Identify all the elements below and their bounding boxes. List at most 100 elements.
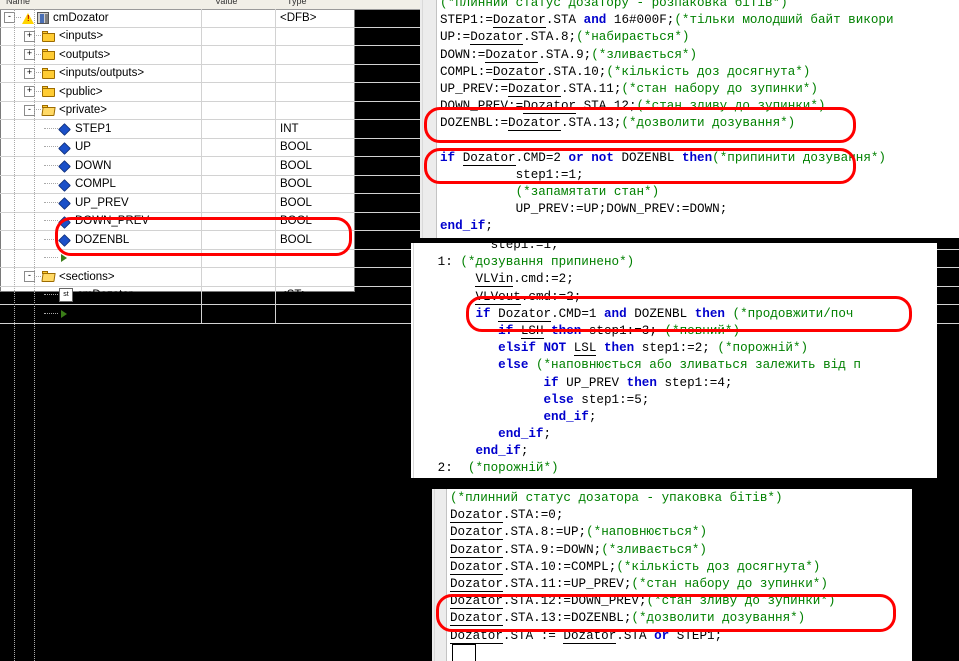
tree-row-value-cell[interactable]: [202, 194, 276, 212]
code-line: UP_PREV:=Dozator.STA.11;(*стан набору до…: [440, 81, 818, 97]
variable-editor-tree-panel[interactable]: Name Value Type -cmDozator <DFB> +<inputs>…: [0, 0, 959, 661]
tree-row-name-cell[interactable]: UP: [0, 138, 202, 156]
code-gutter-top: [420, 0, 437, 238]
tree-row-name-cell[interactable]: STEP1: [0, 120, 202, 138]
tree-guide-line: [36, 35, 41, 37]
folder-open-icon: [41, 104, 56, 116]
tree-row-type-label: INT: [280, 122, 299, 135]
folder-icon: [42, 49, 55, 61]
tree-guide-line: [44, 127, 58, 130]
tree-row-label: DOZENBL: [75, 233, 130, 246]
tree-row-type-label: BOOL: [280, 196, 312, 209]
tree-row-value-cell[interactable]: [202, 212, 276, 230]
code-line: elsif NOT LSL then step1:=2; (*порожній*…: [498, 341, 809, 357]
tree-row-name-cell[interactable]: DOZENBL: [0, 231, 202, 249]
code-line: Dozator.STA.12:=DOWN_PREV;(*стан зливу д…: [450, 594, 836, 610]
tree-guide-line: [44, 201, 58, 204]
code-line: (*плинний статус дозатора - упаковка біт…: [450, 491, 783, 505]
variable-diamond-icon: [59, 197, 70, 208]
tree-row-label: DOWN: [75, 159, 112, 172]
status-pack-code-panel[interactable]: (*плинний статус дозатора - упаковка біт…: [432, 489, 912, 661]
tree-guide-line: [36, 109, 41, 111]
new-row-arrow-icon: [61, 309, 67, 318]
code-line: (*запамятати стан*): [515, 185, 660, 200]
tree-guide-line: [44, 164, 58, 167]
tree-row-name-cell[interactable]: st cmDozator: [0, 286, 202, 304]
tree-row-name-cell[interactable]: COMPL: [0, 175, 202, 193]
code-line: if UP_PREV then step1:=4;: [543, 375, 733, 390]
code-line: COMPL:=Dozator.STA.10;(*кількість доз до…: [440, 64, 811, 80]
tree-row-name-cell[interactable]: [0, 249, 202, 267]
tree-row-name-cell[interactable]: DOWN_PREV: [0, 212, 202, 230]
status-unpack-code-panel[interactable]: (*плинний статус дозатору - розпаковка б…: [420, 0, 959, 238]
code-line: else step1:=5;: [543, 392, 650, 407]
tree-row-value-cell[interactable]: [202, 83, 276, 101]
folder-icon: [42, 67, 55, 79]
tree-row-label: COMPL: [75, 178, 116, 191]
tree-row-name-cell[interactable]: [0, 305, 202, 323]
tree-row-value-cell[interactable]: [202, 157, 276, 175]
tree-row-label: cmDozator: [77, 289, 133, 302]
code-line: Dozator.STA.10:=COMPL;(*кількість доз до…: [450, 559, 821, 575]
tree-row-value-cell[interactable]: [202, 120, 276, 138]
column-header-type: Type: [287, 0, 307, 6]
tree-row-value-cell[interactable]: [202, 64, 276, 82]
tree-guide-line: [44, 146, 58, 148]
code-line: 2: (*порожній*): [415, 461, 559, 476]
code-lines-bottom: (*плинний статус дозатора - упаковка біт…: [450, 490, 835, 645]
tree-row-name-cell[interactable]: -cmDozator: [0, 9, 202, 27]
tree-row-name-cell[interactable]: + <outputs>: [0, 46, 202, 64]
code-line: end_if;: [475, 444, 529, 459]
tree-row-label: UP_PREV: [75, 196, 129, 209]
tree-row-name-cell[interactable]: DOWN: [0, 157, 202, 175]
code-line: UP_PREV:=UP;DOWN_PREV:=DOWN;: [515, 202, 728, 217]
tree-row-label: cmDozator: [53, 11, 109, 24]
tree-row-value-cell[interactable]: [202, 46, 276, 64]
st-section-icon: st: [59, 288, 73, 303]
tree-guide-line: [44, 183, 58, 185]
code-line: Dozator.STA:=0;: [450, 508, 564, 524]
variable-diamond-icon: [59, 123, 70, 134]
tree-row-value-cell[interactable]: [202, 138, 276, 156]
tree-row-value-cell[interactable]: [202, 9, 276, 27]
code-line: Dozator.STA.11:=UP_PREV;(*стан набору до…: [450, 576, 828, 592]
variable-diamond-icon: [59, 142, 70, 153]
tree-guide-line: [36, 90, 41, 93]
code-line: if Dozator.CMD=1 and DOZENBL then (*прод…: [475, 306, 854, 322]
tree-row-name-cell[interactable]: + <inputs/outputs>: [0, 64, 202, 82]
state-machine-code-panel[interactable]: step1:=1; 1: (*дозування припинено*) VLV…: [411, 243, 937, 478]
tree-row-label: UP: [75, 141, 91, 154]
tree-row-value-cell[interactable]: [202, 268, 276, 286]
tree-row-value-cell[interactable]: [202, 249, 276, 267]
code-line: end_if;: [440, 219, 493, 234]
tree-row-name-cell[interactable]: - <private>: [0, 101, 202, 119]
code-line: VLVout.cmd:=2;: [475, 289, 582, 305]
tree-row-type-label: <DFB>: [280, 11, 317, 24]
tree-guide-line: [44, 220, 58, 222]
tree-row-value-cell[interactable]: [202, 175, 276, 193]
code-lines-top: (*плинний статус дозатору - розпаковка б…: [440, 0, 894, 236]
code-line: DOZENBL:=Dozator.STA.13;(*дозволити дозу…: [440, 116, 796, 132]
tree-row-value-cell[interactable]: [202, 27, 276, 45]
code-line: step1:=1;: [515, 167, 584, 182]
code-line: Dozator.STA.9:=DOWN;(*зливається*): [450, 542, 707, 558]
code-caret-box[interactable]: [452, 644, 476, 661]
column-header-name: Name: [6, 0, 31, 6]
tree-row-label: <sections>: [59, 270, 115, 283]
tree-row-name-cell[interactable]: - <sections>: [0, 268, 202, 286]
dfb-chip-icon: [37, 11, 49, 24]
tree-row-name-cell[interactable]: + <public>: [0, 83, 202, 101]
tree-row-name-cell[interactable]: UP_PREV: [0, 194, 202, 212]
tree-row-name-cell[interactable]: + <inputs>: [0, 27, 202, 45]
code-gutter-bottom: [432, 489, 447, 661]
tree-row-value-cell[interactable]: [202, 231, 276, 249]
tree-guide-line: [34, 9, 36, 661]
tree-row-value-cell[interactable]: [202, 286, 276, 304]
tree-row-value-cell[interactable]: [202, 101, 276, 119]
tree-row-type-label: BOOL: [280, 159, 312, 172]
tree-row-value-cell[interactable]: [202, 305, 276, 323]
tree-row-label: <inputs>: [59, 30, 104, 43]
tree-row-label: <public>: [59, 85, 103, 98]
code-line: step1:=1;: [490, 243, 559, 252]
tree-row-type-label: BOOL: [280, 141, 312, 154]
